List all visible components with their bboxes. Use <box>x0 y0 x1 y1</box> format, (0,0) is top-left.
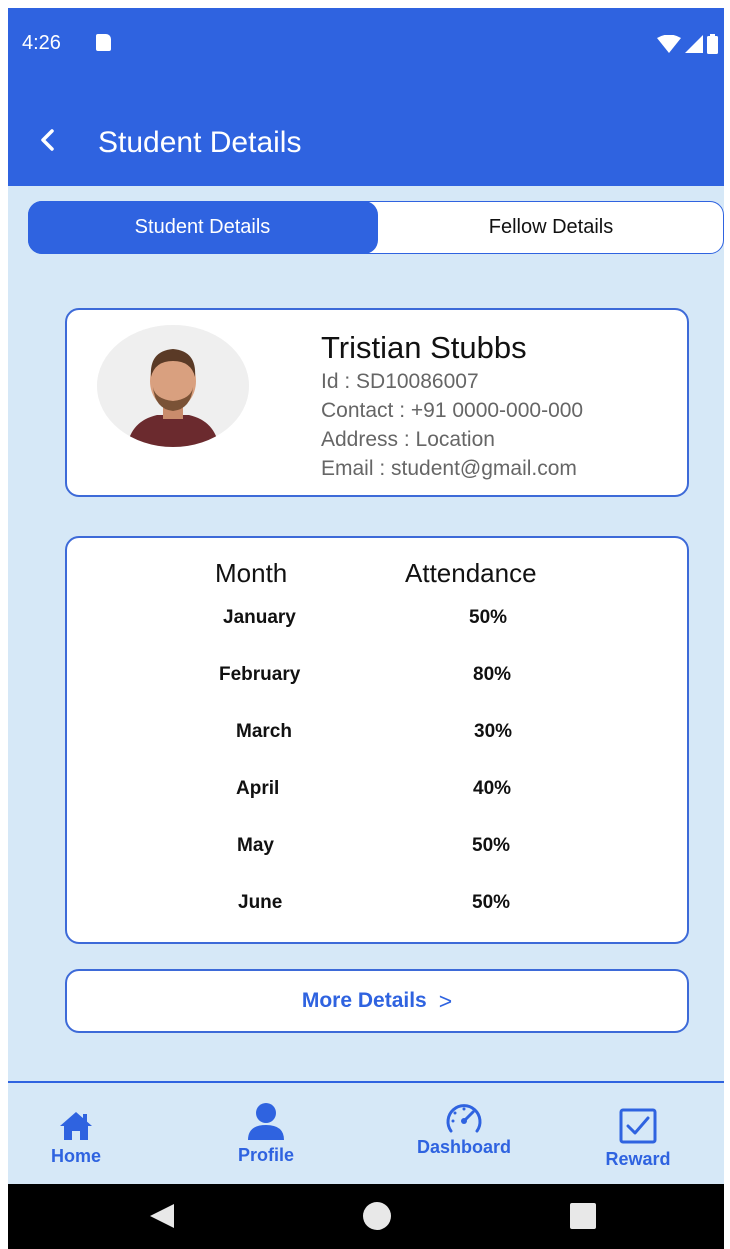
student-profile-card: Tristian Stubbs Id : SD10086007 Contact … <box>65 308 689 497</box>
attendance-value: 40% <box>473 778 512 799</box>
system-recents-icon[interactable] <box>570 1203 596 1229</box>
app-bar: Student Details <box>8 84 724 186</box>
nav-reward[interactable]: Reward <box>592 1083 684 1186</box>
status-bar: 4:26 <box>8 8 724 84</box>
reward-icon <box>619 1108 657 1144</box>
system-home-icon[interactable] <box>363 1202 391 1230</box>
avatar <box>97 325 249 447</box>
phone-screen: 4:26 Student Details Student Details Fel… <box>8 8 724 1249</box>
bottom-navigation: Home Profile Dashboard Reward <box>8 1081 724 1184</box>
back-arrow-icon[interactable] <box>34 126 62 154</box>
attendance-month: June <box>238 892 283 913</box>
nav-home-label: Home <box>50 1146 101 1166</box>
student-contact: Contact : +91 0000-000-000 <box>321 399 584 422</box>
nav-profile[interactable]: Profile <box>218 1083 314 1186</box>
more-details-label: More Details <box>301 989 427 1012</box>
attendance-month: April <box>236 778 280 799</box>
chevron-right-icon: > <box>438 987 453 1014</box>
nav-dashboard-label: Dashboard <box>416 1137 512 1157</box>
attendance-value: 50% <box>469 607 508 628</box>
wifi-icon <box>657 35 681 53</box>
nav-reward-label: Reward <box>605 1149 671 1169</box>
month-column-header: Month <box>215 558 288 588</box>
attendance-value: 30% <box>474 721 513 742</box>
more-details-button[interactable]: More Details > <box>65 969 689 1033</box>
nav-dashboard[interactable]: Dashboard <box>404 1083 524 1186</box>
status-time: 4:26 <box>22 32 61 54</box>
student-email: Email : student@gmail.com <box>321 457 577 480</box>
system-back-icon[interactable] <box>148 1202 176 1230</box>
nav-home[interactable]: Home <box>38 1083 114 1186</box>
status-icons <box>657 34 718 54</box>
student-name: Tristian Stubbs <box>321 330 527 365</box>
attendance-month: February <box>219 664 301 685</box>
student-address: Address : Location <box>321 428 495 451</box>
sd-card-icon <box>96 34 111 51</box>
tab-fellow-details[interactable]: Fellow Details <box>377 201 724 254</box>
attendance-value: 80% <box>473 664 512 685</box>
attendance-month: May <box>237 835 274 856</box>
system-navigation-bar <box>8 1184 724 1249</box>
battery-icon <box>707 34 718 54</box>
attendance-column-header: Attendance <box>405 558 537 588</box>
profile-icon <box>248 1103 284 1140</box>
attendance-card: Month Attendance January 50% February 80… <box>65 536 689 944</box>
attendance-month: March <box>236 721 292 742</box>
dashboard-icon <box>446 1104 482 1133</box>
page-title: Student Details <box>98 126 302 159</box>
tab-student-details[interactable]: Student Details <box>27 200 378 254</box>
home-icon <box>60 1112 92 1140</box>
attendance-value: 50% <box>472 892 511 913</box>
tab-switcher: Student Details Fellow Details <box>27 200 724 254</box>
student-id: Id : SD10086007 <box>321 370 479 393</box>
attendance-value: 50% <box>472 835 511 856</box>
attendance-month: January <box>223 607 296 628</box>
signal-icon <box>685 35 703 53</box>
nav-profile-label: Profile <box>237 1145 294 1165</box>
